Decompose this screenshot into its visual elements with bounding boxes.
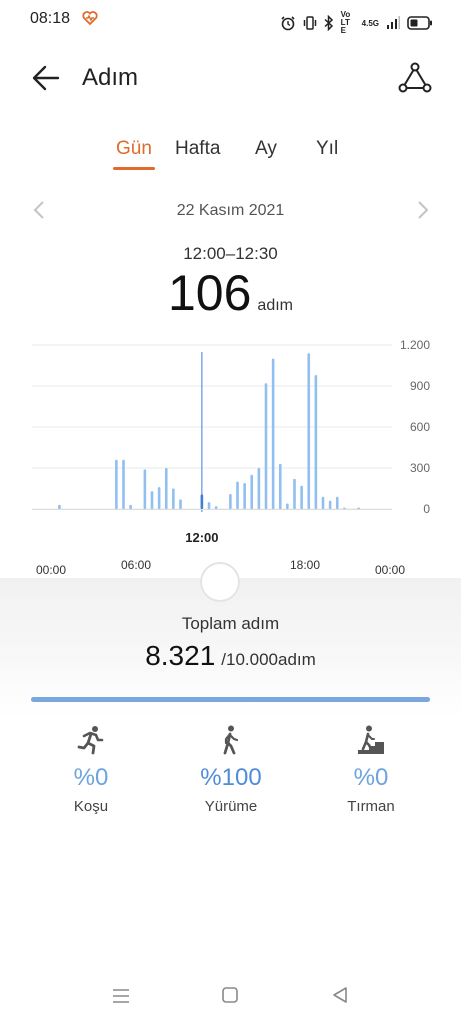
chart-bar bbox=[257, 468, 261, 509]
x-tick-label: 18:00 bbox=[290, 558, 320, 572]
activity-walking[interactable]: %100 Yürüme bbox=[171, 724, 291, 815]
chart-bar bbox=[157, 487, 161, 509]
x-tick-label: 06:00 bbox=[121, 558, 151, 572]
chart-bar bbox=[307, 353, 311, 509]
chart-bar bbox=[343, 507, 346, 509]
steps-progress-fill bbox=[31, 697, 430, 702]
chart-bar bbox=[143, 469, 147, 509]
chart-bar bbox=[314, 375, 318, 509]
chart-scroll-knob[interactable] bbox=[202, 564, 238, 600]
chart-bar bbox=[179, 499, 182, 509]
chart-bar bbox=[164, 468, 168, 509]
chart-bar bbox=[328, 500, 332, 509]
selected-time-label: 12:00 bbox=[185, 530, 218, 545]
running-icon bbox=[77, 726, 104, 755]
chart-bar bbox=[122, 459, 125, 509]
selected-value: 106 adım bbox=[0, 264, 461, 322]
chart-bar bbox=[335, 496, 339, 509]
y-tick-label: 1.200 bbox=[400, 338, 430, 352]
date-label: 22 Kasım 2021 bbox=[176, 202, 285, 219]
chart-bar bbox=[250, 474, 254, 509]
heart-rate-icon bbox=[82, 11, 98, 26]
chart-bar bbox=[200, 494, 204, 509]
chart-bar bbox=[214, 506, 218, 509]
tab-gun[interactable]: Gün bbox=[116, 138, 152, 160]
chart-bar bbox=[236, 481, 239, 509]
chart-bar bbox=[321, 496, 325, 509]
tab-yil[interactable]: Yıl bbox=[316, 138, 338, 160]
next-day-chevron-icon[interactable] bbox=[414, 200, 432, 220]
volte-label: VoLTE bbox=[340, 10, 351, 35]
selected-range: 12:00–12:30 bbox=[183, 244, 278, 263]
chart-bar bbox=[278, 463, 282, 509]
home-icon[interactable] bbox=[221, 986, 239, 1004]
activity-running[interactable]: %0 Koşu bbox=[31, 724, 151, 815]
route-icon[interactable] bbox=[396, 60, 432, 96]
chart-bar bbox=[243, 483, 246, 509]
bluetooth-icon bbox=[324, 15, 333, 31]
y-tick-label: 600 bbox=[410, 420, 430, 434]
y-tick-label: 900 bbox=[410, 379, 430, 393]
status-icons: VoLTE 4.5G bbox=[280, 11, 433, 35]
steps-progress-bar bbox=[31, 697, 430, 702]
chart-bar bbox=[300, 485, 303, 509]
tab-hafta[interactable]: Hafta bbox=[175, 138, 220, 160]
chart-bar bbox=[264, 383, 268, 509]
steps-bar-chart[interactable]: 1.200 900 600 300 0 12:00 00:00 06:00 18:00 00:00 bbox=[0, 328, 461, 588]
x-tick-label: 00:00 bbox=[375, 563, 405, 577]
chart-bar bbox=[207, 502, 211, 509]
alarm-icon bbox=[281, 16, 295, 31]
battery-icon bbox=[407, 16, 432, 30]
menu-icon[interactable] bbox=[111, 988, 131, 1004]
total-steps-label: Toplam adım bbox=[181, 614, 280, 633]
activity-climbing[interactable]: %0 Tırman bbox=[311, 724, 431, 815]
vibrate-icon bbox=[303, 16, 316, 30]
chart-bar bbox=[58, 504, 61, 509]
status-bar: 08:18 VoLTE 4.5G bbox=[0, 0, 461, 40]
active-tab-indicator bbox=[113, 167, 155, 170]
selected-step-count: 106 bbox=[167, 265, 252, 321]
signal-icon bbox=[387, 16, 400, 29]
total-steps-value: 8.321 bbox=[145, 640, 216, 671]
walking-label: Yürüme bbox=[204, 798, 258, 815]
chart-bar bbox=[293, 478, 296, 509]
x-tick-label: 00:00 bbox=[36, 563, 66, 577]
walking-percent: %100 bbox=[200, 764, 262, 791]
chart-bar bbox=[286, 503, 289, 509]
chart-bar bbox=[271, 358, 275, 509]
walking-icon bbox=[223, 725, 239, 755]
climbing-label: Tırman bbox=[347, 798, 395, 815]
running-percent: %0 bbox=[73, 764, 109, 791]
back-arrow-icon[interactable] bbox=[30, 62, 62, 94]
y-tick-label: 300 bbox=[410, 461, 430, 475]
chart-bar bbox=[115, 459, 118, 509]
running-label: Koşu bbox=[73, 798, 109, 815]
back-triangle-icon[interactable] bbox=[331, 986, 349, 1004]
y-tick-label: 0 bbox=[423, 502, 430, 516]
selected-step-unit: adım bbox=[257, 297, 293, 314]
chart-bar bbox=[229, 493, 232, 509]
page-title: Adım bbox=[82, 64, 139, 91]
chart-bar bbox=[172, 488, 175, 509]
chart-bar bbox=[357, 507, 360, 509]
climbing-percent: %0 bbox=[353, 764, 389, 791]
chart-bar bbox=[150, 491, 154, 509]
network-label: 4.5G bbox=[361, 18, 379, 28]
status-time: 08:18 bbox=[30, 10, 71, 27]
chart-bar bbox=[129, 504, 132, 509]
steps-goal: /10.000adım bbox=[221, 650, 316, 669]
tab-ay[interactable]: Ay bbox=[255, 138, 277, 160]
total-steps: 8.321/10.000adım bbox=[0, 640, 461, 672]
climbing-icon bbox=[358, 725, 384, 754]
